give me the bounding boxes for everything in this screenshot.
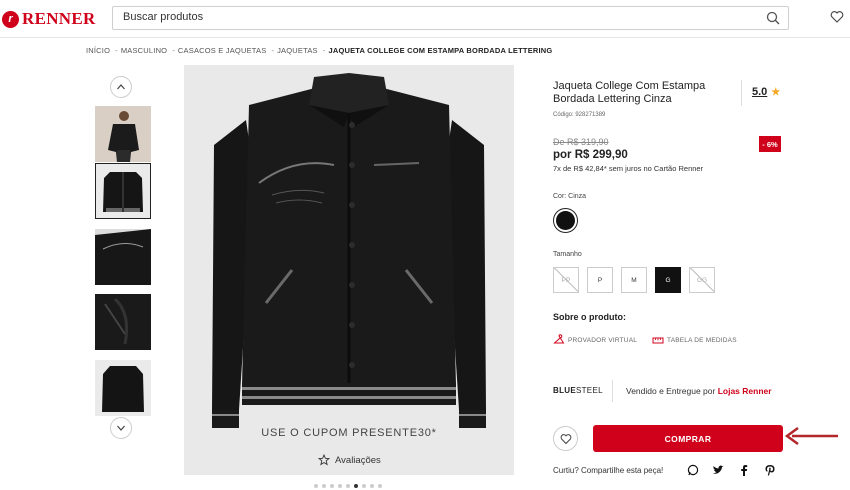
pinterest-icon[interactable] — [764, 464, 776, 476]
installments-info: 7x de R$ 42,84* sem juros no Cartão Renn… — [553, 164, 704, 173]
breadcrumb-item-masculino[interactable]: MASCULINO — [121, 46, 167, 55]
chevron-up-icon — [117, 84, 125, 90]
size-label: Tamanho — [553, 251, 582, 258]
size-chart-link[interactable]: TABELA DE MEDIDAS — [652, 334, 737, 346]
carousel-dot[interactable] — [378, 484, 382, 488]
divider — [612, 380, 613, 402]
search-bar — [112, 6, 789, 30]
carousel-dot[interactable] — [362, 484, 366, 488]
facebook-icon[interactable] — [738, 464, 750, 476]
product-code: Código: 928271389 — [553, 112, 606, 118]
carousel-dot[interactable] — [338, 484, 342, 488]
about-product-title: Sobre o produto: — [553, 312, 626, 322]
breadcrumb-current: JAQUETA COLLEGE COM ESTAMPA BORDADA LETT… — [328, 46, 553, 55]
carousel-dot[interactable] — [330, 484, 334, 488]
twitter-icon[interactable] — [712, 464, 724, 476]
store-link[interactable]: Lojas Renner — [718, 386, 772, 396]
product-title: Jaqueta College Com Estampa Bordada Lett… — [553, 80, 706, 105]
site-header: r RENNER — [0, 0, 850, 38]
carousel-dot-active[interactable] — [354, 484, 358, 488]
brand-logo[interactable]: BLUESTEEL — [553, 386, 603, 395]
color-label: Cor: Cinza — [553, 193, 587, 200]
thumbnail-model[interactable] — [95, 106, 151, 162]
reviews-label: Avaliações — [335, 454, 381, 466]
sold-by-label: Vendido e Entregue por — [626, 386, 716, 396]
star-outline-icon — [318, 454, 330, 466]
jacket-illustration — [184, 65, 514, 475]
color-swatch-fill — [556, 211, 575, 230]
breadcrumb-item-casacos[interactable]: CASACOS E JAQUETAS — [178, 46, 266, 55]
thumbnail-down-button[interactable] — [110, 417, 132, 439]
brand-name-rest: STEEL — [575, 386, 603, 395]
hanger-icon — [553, 334, 565, 344]
breadcrumb-item-jaquetas[interactable]: JAQUETAS — [277, 46, 318, 55]
breadcrumb-separator: - — [322, 46, 326, 55]
share-text: Curtiu? Compartilhe esta peça! — [553, 466, 664, 475]
thumbnail-up-button[interactable] — [110, 76, 132, 98]
thumbnail-detail-2[interactable] — [95, 294, 151, 350]
carousel-dot[interactable] — [370, 484, 374, 488]
size-option-pp[interactable]: PP — [553, 267, 579, 293]
search-icon[interactable] — [766, 11, 780, 25]
whatsapp-icon[interactable] — [687, 464, 699, 476]
virtual-fitting-link[interactable]: PROVADOR VIRTUAL — [553, 334, 637, 346]
breadcrumb-separator: - — [271, 46, 275, 55]
rating-value: 5.0 — [752, 86, 768, 98]
coupon-banner: USE O CUPOM PRESENTE30* — [261, 427, 437, 439]
size-option-gg[interactable]: GG — [689, 267, 715, 293]
divider — [741, 80, 742, 106]
discount-badge: - 6% — [759, 136, 781, 152]
carousel-dot[interactable] — [346, 484, 350, 488]
ruler-icon — [652, 337, 664, 344]
wishlist-heart-icon[interactable] — [830, 10, 844, 24]
size-option-m[interactable]: M — [621, 267, 647, 293]
search-input[interactable] — [123, 11, 743, 23]
size-option-p[interactable]: P — [587, 267, 613, 293]
star-filled-icon: ★ — [771, 86, 781, 98]
old-price: De R$ 319,90 — [553, 137, 609, 147]
chevron-down-icon — [117, 425, 125, 431]
brand-name-bold: BLUE — [553, 386, 576, 395]
current-price: por R$ 299,90 — [553, 149, 628, 161]
renner-logo[interactable]: r RENNER — [2, 9, 96, 29]
logo-mark: r — [2, 10, 19, 28]
carousel-dots — [314, 484, 382, 488]
annotation-arrow-icon — [784, 426, 838, 446]
breadcrumb-item-home[interactable]: INÍCIO — [86, 46, 110, 55]
favorite-button[interactable] — [553, 426, 578, 451]
seller-info: Vendido e Entregue por Lojas Renner — [626, 386, 772, 396]
carousel-dot[interactable] — [314, 484, 318, 488]
size-option-g[interactable]: G — [655, 267, 681, 293]
product-rating[interactable]: 5.0 ★ — [752, 86, 780, 98]
buy-button[interactable]: COMPRAR — [593, 425, 783, 452]
logo-text: RENNER — [22, 9, 96, 28]
thumbnail-back[interactable] — [95, 360, 151, 416]
breadcrumb-separator: - — [172, 46, 175, 55]
heart-icon — [560, 433, 571, 444]
size-chart-label: TABELA DE MEDIDAS — [667, 336, 737, 344]
breadcrumb: INÍCIO - MASCULINO - CASACOS E JAQUETAS - JAQU… — [86, 46, 554, 55]
breadcrumb-separator: - — [115, 46, 118, 55]
carousel-dot[interactable] — [322, 484, 326, 488]
color-swatch-cinza[interactable] — [553, 208, 578, 233]
reviews-link[interactable]: Avaliações — [318, 454, 381, 466]
thumbnail-detail-1[interactable] — [95, 229, 151, 285]
virtual-fitting-label: PROVADOR VIRTUAL — [568, 336, 638, 344]
thumbnail-front[interactable] — [95, 163, 151, 219]
product-main-image[interactable]: USE O CUPOM PRESENTE30* Avaliações — [184, 65, 514, 475]
